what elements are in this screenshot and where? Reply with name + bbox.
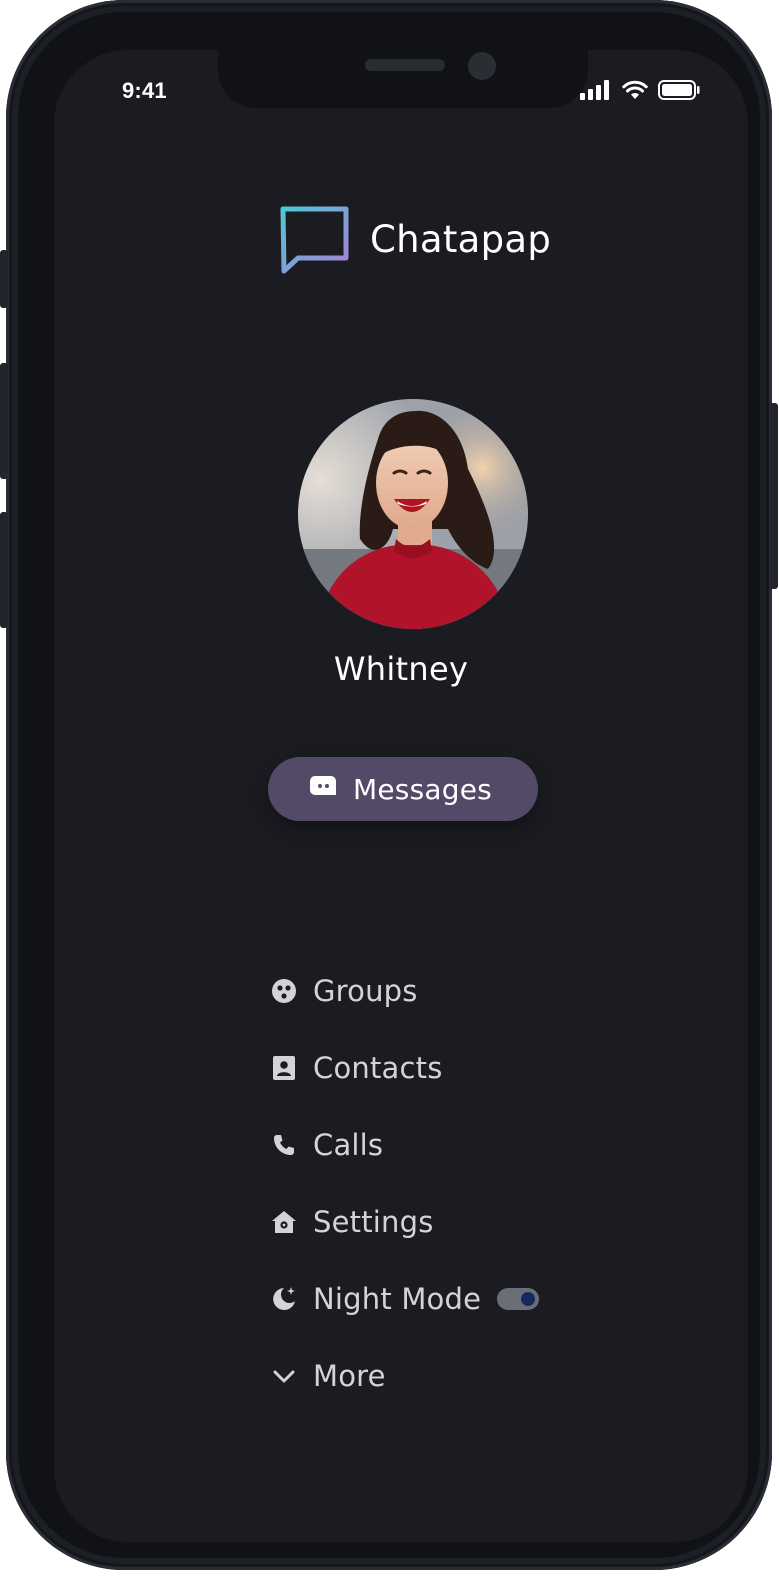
- chevron-down-icon: [270, 1362, 298, 1390]
- power-button: [770, 403, 778, 589]
- battery-icon: [658, 80, 700, 105]
- menu-item-night-mode[interactable]: Night Mode: [270, 1274, 540, 1324]
- screen: 9:41 Chatapap Whitney Messages Groups Co…: [54, 50, 748, 1542]
- menu-label-groups: Groups: [313, 974, 418, 1008]
- messages-button[interactable]: Messages: [268, 757, 538, 821]
- home-settings-icon: [270, 1208, 298, 1236]
- toggle-knob: [521, 1292, 536, 1306]
- menu-item-contacts[interactable]: Contacts: [270, 1043, 443, 1093]
- menu-item-calls[interactable]: Calls: [270, 1120, 383, 1170]
- app-name: Chatapap: [370, 218, 552, 261]
- front-camera: [468, 52, 496, 80]
- status-icons: [580, 80, 700, 105]
- phone-icon: [270, 1131, 298, 1159]
- volume-up-button: [0, 363, 8, 479]
- notch: [218, 50, 588, 108]
- mute-switch: [0, 250, 8, 308]
- contacts-icon: [270, 1054, 298, 1082]
- menu-label-calls: Calls: [313, 1128, 384, 1162]
- chat-bubble-icon: [309, 775, 337, 804]
- night-mode-toggle[interactable]: [497, 1288, 540, 1310]
- menu-label-more: More: [313, 1359, 386, 1393]
- avatar[interactable]: [298, 399, 528, 629]
- phone-frame: 9:41 Chatapap Whitney Messages Groups Co…: [0, 0, 778, 1570]
- user-name: Whitney: [333, 650, 469, 688]
- menu-item-more[interactable]: More: [270, 1351, 386, 1401]
- app-logo: Chatapap: [280, 206, 551, 279]
- signal-icon: [580, 80, 612, 105]
- menu-label-settings: Settings: [313, 1205, 434, 1239]
- menu-label-night-mode: Night Mode: [313, 1282, 482, 1316]
- wifi-icon: [622, 80, 648, 105]
- groups-icon: [270, 977, 298, 1005]
- volume-down-button: [0, 512, 8, 628]
- chat-bubble-logo-icon: [280, 206, 350, 279]
- phone-bezel: 9:41 Chatapap Whitney Messages Groups Co…: [18, 12, 760, 1558]
- menu-label-contacts: Contacts: [313, 1051, 443, 1085]
- menu-item-groups[interactable]: Groups: [270, 966, 418, 1016]
- menu-item-settings[interactable]: Settings: [270, 1197, 434, 1247]
- speaker-grille: [365, 59, 445, 71]
- messages-label: Messages: [353, 772, 492, 806]
- moon-icon: [270, 1285, 298, 1313]
- status-time: 9:41: [122, 78, 167, 103]
